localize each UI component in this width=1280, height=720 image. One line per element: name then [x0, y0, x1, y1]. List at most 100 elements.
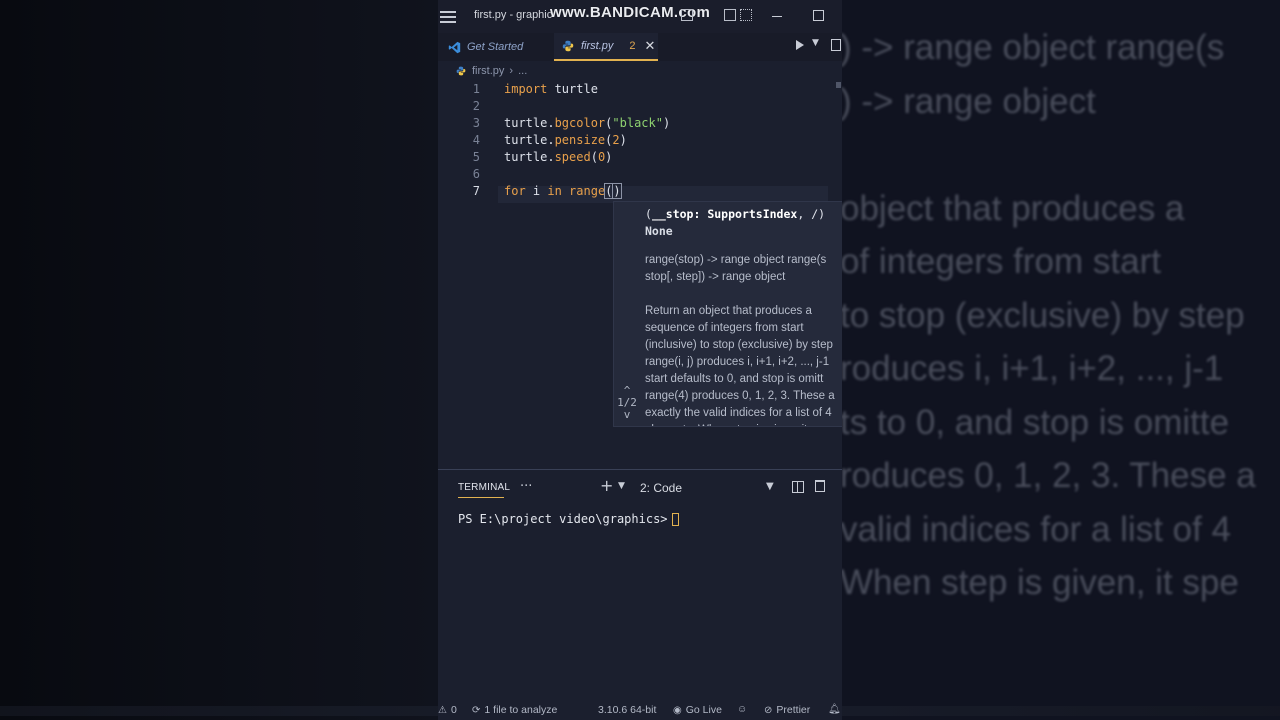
tab-first-py[interactable]: first.py 2 ✕	[554, 33, 658, 61]
code-text: turtle.pensize(2)	[504, 132, 627, 149]
overload-navigator[interactable]: ^ 1/2 v	[616, 385, 638, 421]
code-line[interactable]: 3 turtle.bgcolor("black")	[438, 115, 842, 132]
terminal-instance-select[interactable]: 2: Code	[640, 481, 682, 495]
signature-doc-line: Return an object that produces a	[645, 305, 812, 317]
terminal-output[interactable]: PS E:\project video\graphics>	[458, 512, 679, 526]
breadcrumb-file[interactable]: first.py	[472, 65, 504, 77]
blurred-background-text: roduces i, i+1, i+2, ..., j-1	[842, 349, 1224, 388]
line-number: 1	[472, 82, 480, 96]
status-analysis-label: 1 file to analyze	[484, 704, 558, 716]
signature-doc-line: stop[, step]) -> range object	[645, 271, 786, 283]
layout-sidebar-icon[interactable]	[724, 9, 736, 21]
code-line[interactable]: 6	[438, 166, 842, 183]
signature-open: (	[645, 207, 652, 221]
code-text: import turtle	[504, 81, 598, 98]
run-python-icon[interactable]	[796, 40, 804, 50]
code-token: turtle.	[504, 133, 555, 147]
broadcast-icon: ◉	[673, 704, 682, 716]
status-go-live-label: Go Live	[685, 704, 722, 716]
maximize-icon[interactable]	[813, 10, 824, 21]
code-text: turtle.speed(0)	[504, 149, 612, 166]
code-token: pensize	[554, 133, 606, 147]
signature-doc-line: elements. When step is given, it spe	[645, 422, 842, 426]
problems-count-badge: 2	[629, 40, 636, 52]
signature-close: , /)	[797, 207, 826, 221]
tab-terminal[interactable]: TERMINAL	[458, 482, 510, 493]
chevron-down-icon[interactable]: ▼	[618, 481, 625, 491]
layout-panel-icon[interactable]	[681, 9, 693, 21]
blurred-background-text: roduces 0, 1, 2, 3. These a	[842, 456, 1256, 495]
signature-label: (__stop: SupportsIndex, /)	[645, 207, 825, 221]
tab-get-started-label: Get Started	[467, 41, 524, 53]
code-token: turtle.	[504, 116, 555, 130]
status-warnings[interactable]: ⚠ 0	[438, 704, 457, 716]
sync-icon: ⟳	[472, 704, 481, 716]
breadcrumb-symbol[interactable]: ...	[518, 65, 527, 77]
background-left	[0, 0, 438, 720]
signature-doc-line: range(i, j) produces i, i+1, i+2, ..., j…	[645, 356, 830, 368]
more-actions-icon[interactable]: ···	[520, 479, 532, 494]
trash-icon[interactable]	[815, 480, 825, 492]
status-prettier-label: Prettier	[776, 704, 811, 716]
status-go-live[interactable]: ◉ Go Live	[673, 704, 722, 716]
feedback-icon[interactable]: ☺	[737, 704, 751, 715]
close-icon[interactable]: ✕	[645, 38, 656, 54]
terminal-cursor	[671, 513, 679, 526]
code-line[interactable]: 7 for i in range()	[438, 183, 842, 200]
code-line[interactable]: 2	[438, 98, 842, 115]
code-token: range	[561, 184, 606, 198]
code-token: bgcolor	[554, 116, 606, 130]
blurred-background-text: to stop (exclusive) by step	[842, 295, 1245, 335]
blurred-background-text: ) -> range object range(s	[842, 28, 1225, 67]
bracket-pair-highlight: )	[612, 183, 622, 199]
code-token: (	[590, 150, 598, 164]
blurred-background-text: ts to 0, and stop is omitte	[842, 402, 1230, 442]
blurred-background-text: When step is given, it spe	[842, 563, 1239, 602]
code-text: for i in range()	[504, 183, 622, 200]
split-terminal-icon[interactable]	[792, 481, 804, 493]
breadcrumb: first.py › ...	[456, 65, 527, 77]
warning-icon: ⚠	[438, 704, 447, 716]
overload-down-icon[interactable]: v	[616, 409, 638, 421]
code-line[interactable]: 1 import turtle	[438, 81, 842, 98]
code-token: )	[619, 133, 627, 147]
code-token: "black"	[612, 116, 663, 130]
signature-return-type: None	[645, 224, 673, 238]
hamburger-menu-icon[interactable]	[440, 11, 456, 23]
code-token: for	[504, 184, 526, 198]
chevron-down-icon[interactable]: ▼	[766, 481, 774, 492]
notifications-icon[interactable]: 🔔︎	[828, 704, 842, 715]
status-analysis[interactable]: ⟳ 1 file to analyze	[472, 704, 557, 716]
title-bar: first.py - graphic www.BANDICAM.com	[438, 0, 842, 33]
code-token: turtle	[547, 82, 598, 96]
minimize-icon[interactable]	[772, 16, 782, 17]
terminal-panel: TERMINAL ··· + ▼ 2: Code ▼ PS E:\project…	[438, 470, 842, 700]
blurred-background-text: ) -> range object	[842, 81, 1096, 121]
chevron-down-icon[interactable]: ▼	[812, 38, 819, 48]
signature-active-param: __stop: SupportsIndex	[651, 207, 798, 221]
signature-doc-line: start defaults to 0, and stop is omitt	[645, 373, 824, 385]
line-number: 4	[472, 133, 480, 147]
signature-doc-line: range(stop) -> range object range(s	[645, 254, 827, 266]
tab-get-started[interactable]: Get Started	[448, 33, 523, 61]
blurred-background-text: object that produces a	[842, 188, 1185, 228]
layout-customize-icon[interactable]	[740, 9, 752, 21]
signature-doc-line: sequence of integers from start	[645, 322, 804, 334]
vscode-window: first.py - graphic www.BANDICAM.com Get …	[438, 0, 842, 720]
code-line[interactable]: 4 turtle.pensize(2)	[438, 132, 842, 149]
split-editor-icon[interactable]	[831, 39, 841, 51]
line-number: 2	[472, 99, 480, 113]
code-token: import	[504, 82, 548, 96]
code-line[interactable]: 5 turtle.speed(0)	[438, 149, 842, 166]
bracket-pair-highlight: (	[604, 183, 614, 199]
code-token: in	[547, 184, 562, 198]
tab-terminal-underline	[458, 497, 504, 498]
status-prettier[interactable]: ⊘ Prettier	[764, 704, 810, 716]
line-number: 6	[472, 167, 480, 181]
blurred-background-text: valid indices for a list of 4	[842, 509, 1232, 549]
line-number: 7	[472, 184, 480, 198]
line-number: 5	[472, 150, 480, 164]
signature-doc-line: exactly the valid indices for a list of …	[645, 407, 832, 419]
status-python-version[interactable]: 3.10.6 64-bit	[598, 704, 656, 716]
new-terminal-icon[interactable]: +	[600, 476, 613, 495]
